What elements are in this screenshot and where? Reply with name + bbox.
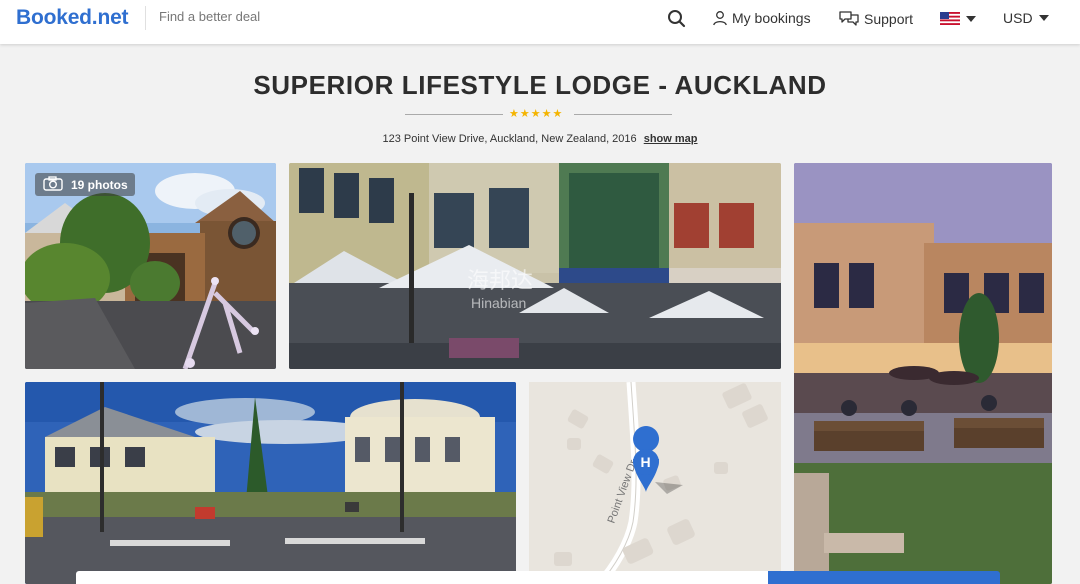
- header-divider: [145, 6, 146, 30]
- photo-cafe-street[interactable]: 海邦达 Hinabian: [289, 163, 781, 369]
- site-logo[interactable]: Booked.net: [16, 6, 129, 30]
- language-chevron-down-icon[interactable]: [966, 16, 976, 22]
- watermark-english: Hinabian: [471, 295, 526, 311]
- support-label: Support: [864, 10, 914, 27]
- search-icon[interactable]: [666, 8, 688, 30]
- my-bookings-label: My bookings: [732, 10, 811, 26]
- top-navigation-bar: Booked.net Find a better deal My booking…: [0, 0, 1080, 44]
- us-flag-icon[interactable]: [940, 12, 960, 25]
- photo-evening-plaza[interactable]: [794, 163, 1052, 584]
- user-icon: [712, 10, 728, 26]
- hotel-title: SUPERIOR LIFESTYLE LODGE - AUCKLAND: [253, 70, 827, 100]
- photo-count-label: 19 photos: [71, 177, 128, 192]
- hotel-address: 123 Point View Drive, Auckland, New Zeal…: [382, 133, 637, 145]
- title-rule-left: [405, 114, 503, 115]
- location-map[interactable]: Point View Dr H: [529, 382, 781, 584]
- marker-letter: H: [641, 454, 651, 470]
- camera-icon: [43, 175, 63, 194]
- booking-search-field[interactable]: [76, 571, 768, 584]
- photo-count-badge[interactable]: 19 photos: [35, 173, 135, 196]
- watermark-chinese: 海邦达: [467, 268, 533, 293]
- currency-selector[interactable]: USD: [1003, 10, 1049, 26]
- currency-label: USD: [1003, 10, 1033, 26]
- support-link[interactable]: Support: [838, 10, 913, 27]
- title-rule-right: [574, 114, 672, 115]
- hotel-address-line: 123 Point View Drive, Auckland, New Zeal…: [0, 133, 1080, 145]
- star-rating: ★★★★★: [509, 108, 564, 120]
- my-bookings-link[interactable]: My bookings: [712, 10, 811, 26]
- site-tagline: Find a better deal: [159, 9, 261, 24]
- photo-town-intersection[interactable]: [25, 382, 516, 584]
- booking-search-button[interactable]: [768, 571, 1000, 584]
- currency-chevron-down-icon: [1038, 15, 1049, 21]
- chat-bubbles-icon: [838, 10, 860, 27]
- show-map-link[interactable]: show map: [644, 133, 698, 145]
